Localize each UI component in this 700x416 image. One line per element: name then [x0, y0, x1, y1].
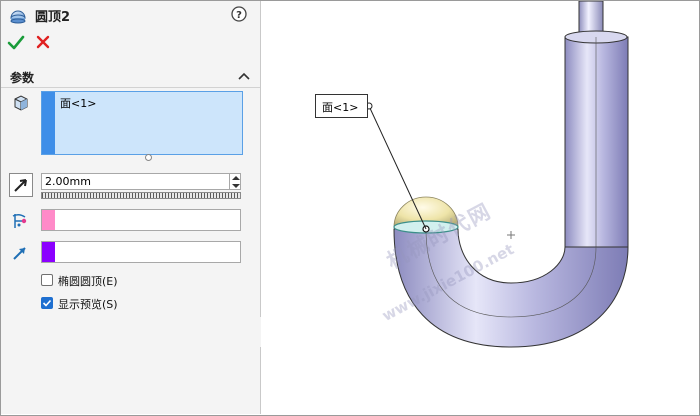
property-manager-panel: 圆顶2 ? 参数 面<1> 2.00mm 椭圆圆顶(E) 显示预览(S): [1, 1, 261, 414]
faces-selection-list[interactable]: 面<1>: [41, 91, 243, 155]
distance-value: 2.00mm: [45, 175, 91, 188]
cancel-x-icon[interactable]: [35, 34, 51, 50]
direction-selection[interactable]: [41, 241, 241, 263]
distance-thumbwheel[interactable]: [41, 192, 241, 199]
dome-distance-icon: [9, 173, 33, 197]
direction-color-swatch: [42, 242, 55, 262]
checkmark-icon: [42, 299, 52, 307]
ok-checkmark-icon[interactable]: [7, 34, 25, 52]
feature-title-row: 圆顶2 ?: [1, 1, 260, 27]
direction-arrow-icon: [13, 247, 26, 260]
distance-input[interactable]: 2.00mm: [41, 173, 241, 190]
dome-feature-icon: [10, 10, 26, 24]
callout-leader-line: [368, 105, 427, 230]
constraint-point-icon: [12, 213, 27, 228]
svg-text:?: ?: [236, 10, 242, 21]
spin-up-icon[interactable]: [232, 176, 240, 180]
group-divider: [1, 87, 260, 88]
graphics-viewport[interactable]: 面<1> 机械时代网 www.jixie100.net: [261, 1, 699, 414]
help-icon[interactable]: ?: [231, 6, 247, 22]
origin-marker-icon: [507, 231, 515, 239]
constraint-color-swatch: [42, 210, 55, 230]
chevron-up-icon[interactable]: [238, 71, 250, 81]
selection-accent-bar: [42, 92, 55, 154]
list-resize-handle[interactable]: [145, 154, 152, 161]
face-callout[interactable]: 面<1>: [315, 94, 368, 118]
parameters-group-title: 参数: [10, 71, 35, 85]
constraint-point-selection[interactable]: [41, 209, 241, 231]
parameters-group-header[interactable]: 参数: [1, 67, 260, 87]
elliptical-dome-label: 椭圆圆顶(E): [58, 275, 118, 288]
distance-spinner[interactable]: [229, 174, 242, 190]
elliptical-dome-checkbox[interactable]: [41, 274, 53, 286]
list-item[interactable]: 面<1>: [60, 95, 96, 111]
callout-label: 面<1>: [322, 101, 359, 114]
spin-down-icon[interactable]: [232, 184, 240, 188]
face-selection-icon: [14, 95, 28, 111]
vertical-tube[interactable]: [564, 36, 629, 248]
show-preview-label: 显示预览(S): [58, 298, 118, 311]
feature-title: 圆顶2: [35, 10, 71, 25]
show-preview-checkbox[interactable]: [41, 297, 53, 309]
